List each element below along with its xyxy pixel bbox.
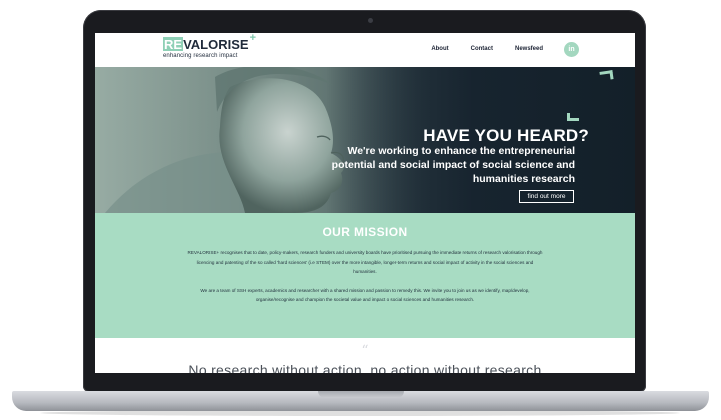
mission-paragraph-2: We are a team of SSH experts, academics … — [200, 287, 530, 303]
nav-newsfeed-link[interactable]: Newsfeed — [515, 46, 543, 52]
logo-name: VALORISE — [183, 37, 249, 52]
mission-section: OUR MISSION REVALORISE+ recognises that … — [95, 213, 635, 338]
camera-dot — [368, 18, 373, 23]
accent-bracket-top — [599, 70, 614, 81]
logo-prefix: RE — [163, 37, 184, 52]
hero-heading: HAVE YOU HEARD? — [423, 126, 589, 145]
navbar: RE VALORISE + enhancing research impact … — [95, 33, 635, 67]
hero-subheading: We're working to enhance the entrepreneu… — [331, 145, 575, 185]
logo-plus: + — [249, 33, 256, 44]
quote-text: No research without action, no action wi… — [188, 362, 542, 373]
browser-screen: RE VALORISE + enhancing research impact … — [95, 33, 635, 373]
quote-section: “ No research without action, no action … — [95, 338, 635, 373]
mission-title: OUR MISSION — [322, 225, 408, 239]
quote-mark-icon: “ — [361, 343, 369, 359]
linkedin-icon[interactable]: in — [564, 42, 579, 57]
accent-bracket-mid — [567, 113, 579, 121]
find-out-more-button[interactable]: find out more — [519, 190, 574, 203]
nav-contact-link[interactable]: Contact — [471, 46, 493, 52]
mission-paragraph-1: REVALORISE+ recognises that to date, pol… — [187, 250, 543, 275]
site-logo[interactable]: RE VALORISE + enhancing research impact — [163, 33, 256, 59]
logo-wordmark: RE VALORISE + — [163, 33, 256, 52]
laptop-notch — [318, 391, 404, 398]
logo-tagline: enhancing research impact — [163, 53, 238, 59]
nav-links: About Contact Newsfeed — [431, 46, 543, 52]
nav-about-link[interactable]: About — [431, 46, 448, 52]
statue-image — [95, 67, 425, 213]
